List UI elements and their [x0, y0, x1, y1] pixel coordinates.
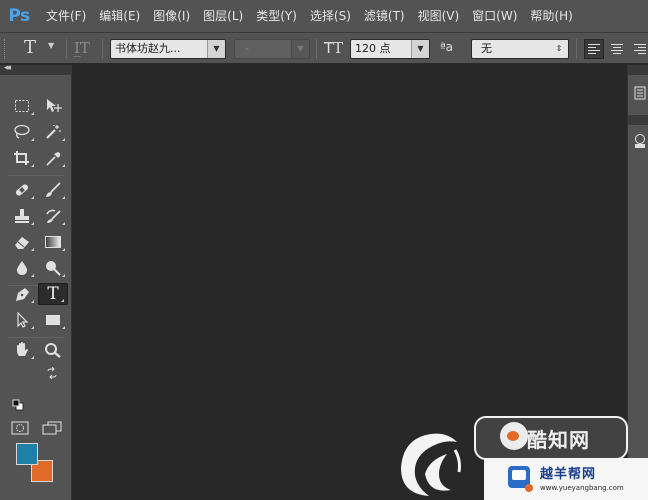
antialias-select[interactable]: 无 ⇕ [471, 39, 569, 59]
type-tool[interactable]: T [38, 283, 68, 305]
foreground-color-swatch[interactable] [16, 443, 38, 465]
crop-tool[interactable] [7, 147, 37, 169]
font-style-value: - [245, 42, 249, 55]
watermark-badge-icon [500, 422, 528, 450]
chevron-down-icon: ▼ [207, 40, 225, 58]
gradient-icon [45, 236, 61, 248]
swap-colors-icon[interactable] [46, 367, 58, 379]
arrow-icon [17, 312, 29, 328]
options-separator [66, 39, 67, 59]
dodge-icon [46, 261, 61, 276]
chevron-down-icon: ▼ [411, 40, 429, 58]
align-right-button[interactable] [630, 39, 648, 59]
stamp-icon [15, 209, 29, 223]
updown-arrows-icon: ⇕ [550, 40, 568, 58]
toolbox-separator [8, 337, 64, 338]
history-brush-icon [46, 209, 61, 223]
menu-type[interactable]: 类型(Y) [251, 0, 302, 32]
blur-tool[interactable] [7, 257, 37, 279]
menu-file[interactable]: 文件(F) [41, 0, 91, 32]
quick-mask-icon[interactable] [11, 421, 29, 435]
hand-tool[interactable] [7, 339, 37, 361]
menu-help[interactable]: 帮助(H) [525, 0, 577, 32]
menu-window[interactable]: 窗口(W) [467, 0, 522, 32]
watermark-logo [401, 433, 461, 496]
path-selection-tool[interactable] [7, 309, 37, 331]
brush-icon [46, 182, 61, 197]
eyedropper-icon [46, 152, 61, 166]
pen-icon [16, 288, 29, 301]
brush-tool[interactable] [38, 179, 68, 201]
pen-tool[interactable] [7, 283, 37, 305]
menu-image[interactable]: 图像(I) [148, 0, 195, 32]
eraser-tool[interactable] [7, 231, 37, 253]
options-separator [576, 39, 577, 59]
antialias-value: 无 [481, 42, 492, 55]
dodge-tool[interactable] [38, 257, 68, 279]
drop-icon [16, 261, 28, 275]
panel-divider [628, 115, 648, 125]
hand-icon [17, 342, 28, 356]
move-tool[interactable] [38, 95, 68, 117]
collapse-chevron-icon[interactable]: ◂◂ [4, 63, 11, 73]
toggle-text-orientation-icon[interactable]: I̲T [74, 39, 90, 57]
magic-wand-tool[interactable] [38, 121, 68, 143]
rectangle-icon [46, 315, 60, 325]
watermark-brand-text: 酷知网 [527, 428, 590, 452]
toolbox-collapse-strip[interactable]: ◂◂ [0, 63, 72, 75]
options-grip[interactable] [4, 39, 7, 59]
font-size-value: 120 点 [355, 42, 391, 55]
move-icon [47, 99, 62, 112]
menu-edit[interactable]: 编辑(E) [94, 0, 145, 32]
chevron-down-icon: ▼ [291, 40, 309, 58]
bandage-icon [15, 184, 29, 196]
font-family-value: 书体坊赵九... [115, 42, 181, 55]
align-center-button[interactable] [607, 39, 627, 59]
gradient-tool[interactable] [38, 231, 68, 253]
menu-bar: Ps 文件(F) 编辑(E) 图像(I) 图层(L) 类型(Y) 选择(S) 滤… [0, 0, 648, 32]
character-panel-icon[interactable] [634, 133, 647, 151]
toolbox: T [0, 75, 72, 500]
magic-wand-icon [46, 125, 61, 139]
right-panel-strip [627, 65, 648, 500]
rectangular-marquee-tool[interactable] [7, 95, 37, 117]
menu-select[interactable]: 选择(S) [305, 0, 356, 32]
clone-stamp-tool[interactable] [7, 205, 37, 227]
default-colors-icon[interactable] [12, 399, 24, 411]
font-style-select[interactable]: - ▼ [234, 39, 310, 59]
options-separator [316, 39, 317, 59]
font-size-icon: ꓔT [324, 39, 344, 57]
zoom-icon [45, 343, 61, 358]
options-bar: T ▼ I̲T 书体坊赵九... ▼ - ▼ ꓔT 120 点 ▼ ªa 无 ⇕ [0, 32, 648, 64]
history-panel-icon[interactable] [634, 85, 647, 103]
eraser-icon [15, 237, 29, 249]
font-family-select[interactable]: 书体坊赵九... ▼ [110, 39, 226, 59]
watermark-site-name: 越羊帮网 [540, 467, 597, 482]
type-icon: T [47, 284, 59, 304]
marquee-icon [15, 100, 29, 112]
toolbox-separator [8, 175, 64, 176]
app-logo: Ps [8, 6, 30, 26]
healing-brush-tool[interactable] [7, 179, 37, 201]
right-panel-collapse[interactable] [628, 65, 648, 75]
horizontal-type-icon[interactable]: T [24, 37, 36, 58]
watermark-site-icon [508, 466, 533, 492]
lasso-icon [14, 124, 30, 139]
align-left-button[interactable] [584, 39, 604, 59]
font-size-select[interactable]: 120 点 ▼ [350, 39, 430, 59]
watermark-site-url: www.yueyangbang.com [540, 484, 624, 492]
menu-filter[interactable]: 滤镜(T) [359, 0, 410, 32]
tool-preset-caret-icon[interactable]: ▼ [48, 41, 54, 50]
antialias-icon: ªa [440, 40, 454, 54]
eyedropper-tool[interactable] [38, 147, 68, 169]
rectangle-tool[interactable] [38, 309, 68, 331]
crop-icon [14, 151, 29, 165]
menu-view[interactable]: 视图(V) [413, 0, 465, 32]
zoom-tool[interactable] [38, 339, 68, 361]
history-brush-tool[interactable] [38, 205, 68, 227]
lasso-tool[interactable] [7, 121, 37, 143]
options-separator [102, 39, 103, 59]
screen-mode-icon[interactable] [42, 421, 62, 435]
menu-layer[interactable]: 图层(L) [198, 0, 248, 32]
